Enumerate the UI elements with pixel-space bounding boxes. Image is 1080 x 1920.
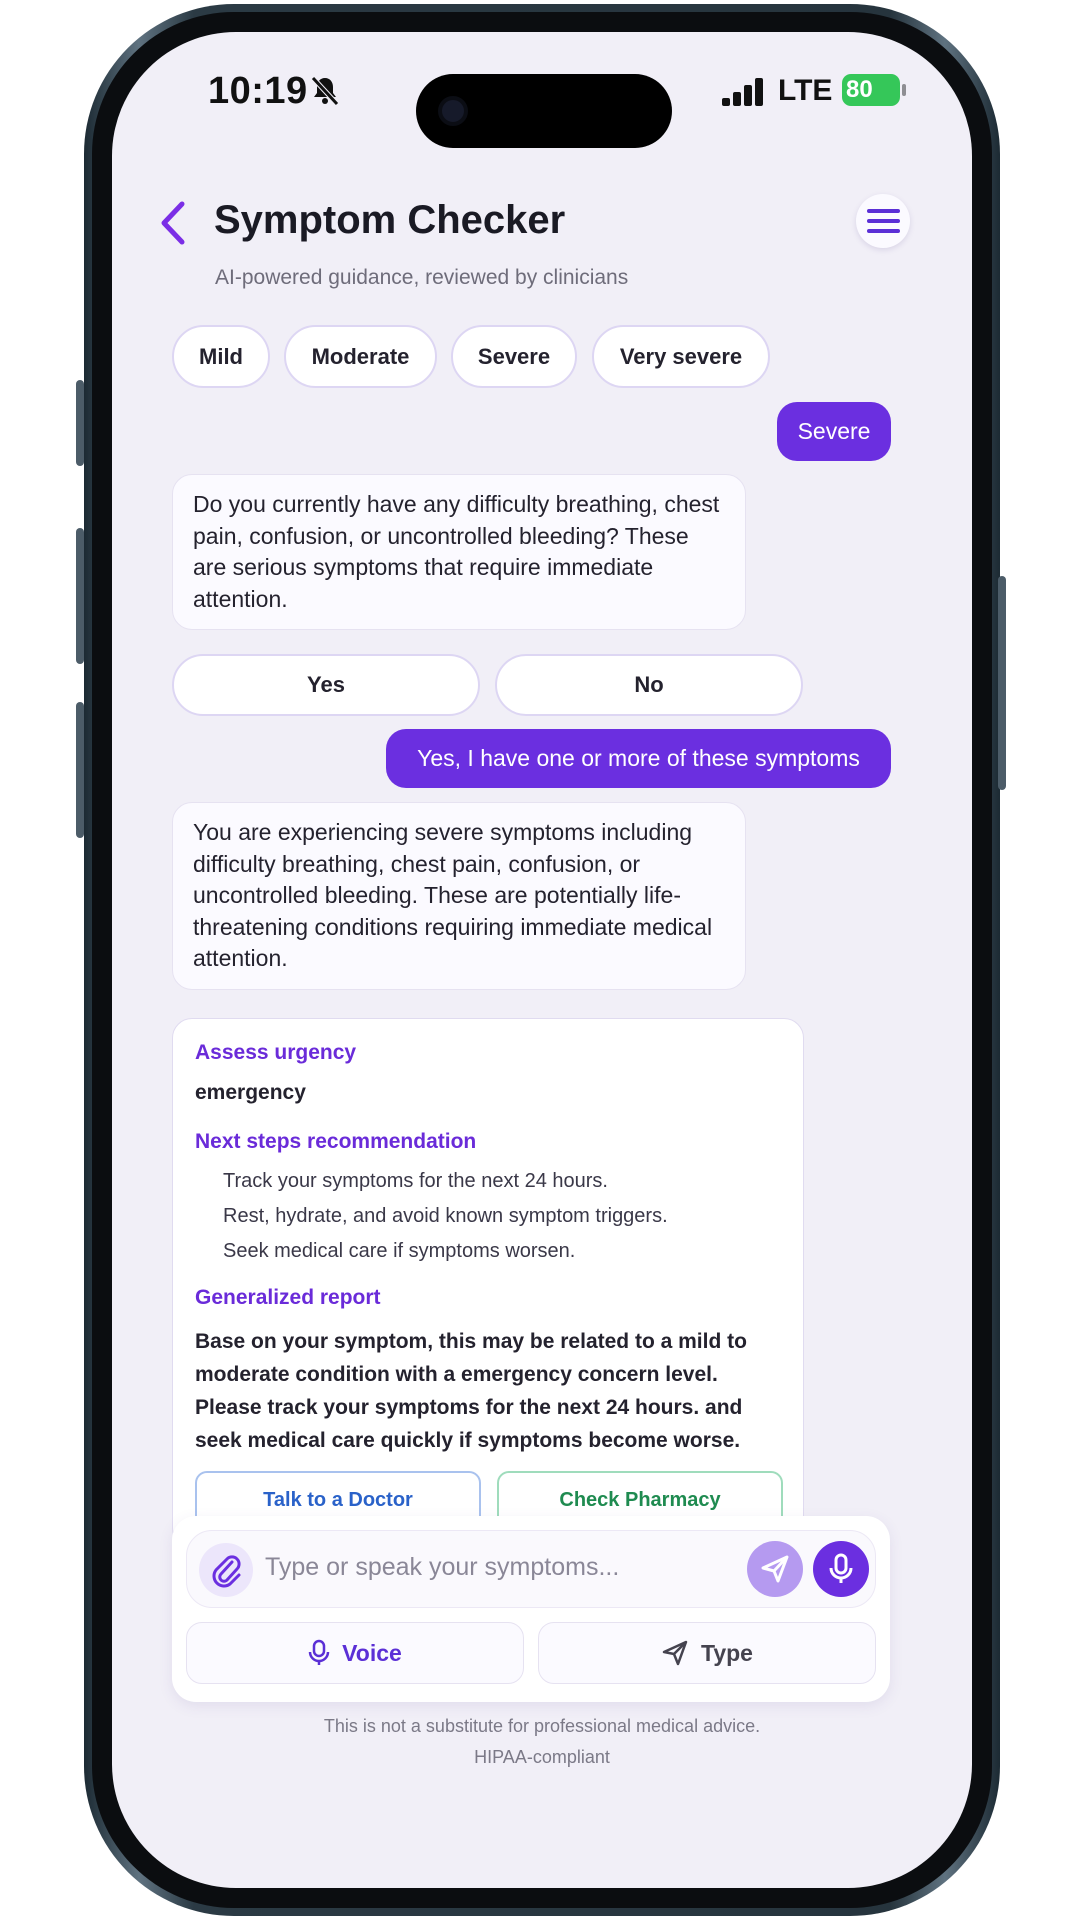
severity-chip-mild[interactable]: Mild bbox=[172, 325, 270, 388]
severity-chip-very-severe[interactable]: Very severe bbox=[592, 325, 770, 388]
microphone-icon bbox=[308, 1639, 330, 1665]
user-message: Severe bbox=[777, 402, 891, 461]
power-button bbox=[998, 576, 1006, 790]
type-mode-label: Type bbox=[701, 1639, 753, 1666]
microphone-button[interactable] bbox=[813, 1541, 869, 1597]
send-icon bbox=[761, 1555, 789, 1583]
dynamic-island bbox=[416, 74, 672, 148]
network-type: LTE bbox=[778, 74, 833, 107]
bot-message: You are experiencing severe symptoms inc… bbox=[172, 802, 746, 990]
send-button[interactable] bbox=[747, 1541, 803, 1597]
battery-level: 80 bbox=[842, 74, 900, 106]
no-button[interactable]: No bbox=[495, 654, 803, 716]
type-mode-button[interactable]: Type bbox=[538, 1622, 876, 1684]
message-composer: Type or speak your symptoms... Voice Typ… bbox=[172, 1516, 890, 1702]
status-time: 10:19 bbox=[208, 70, 308, 112]
urgency-value: emergency bbox=[195, 1081, 306, 1104]
menu-button[interactable] bbox=[856, 194, 910, 248]
signal-icon bbox=[722, 78, 763, 106]
send-icon bbox=[662, 1640, 688, 1666]
menu-icon bbox=[867, 209, 900, 213]
report-heading: Generalized report bbox=[195, 1286, 381, 1309]
next-step-item: Track your symptoms for the next 24 hour… bbox=[223, 1170, 608, 1192]
page-title: Symptom Checker bbox=[214, 198, 566, 242]
page-subtitle: AI-powered guidance, reviewed by clinici… bbox=[215, 266, 629, 289]
back-chevron-icon[interactable] bbox=[158, 200, 188, 246]
voice-mode-label: Voice bbox=[342, 1639, 402, 1666]
attach-button[interactable] bbox=[199, 1543, 253, 1597]
compliance-text: HIPAA-compliant bbox=[474, 1747, 610, 1767]
user-message: Yes, I have one or more of these symptom… bbox=[386, 729, 891, 788]
next-steps-heading: Next steps recommendation bbox=[195, 1130, 477, 1153]
volume-down-button bbox=[76, 702, 84, 838]
volume-up-button bbox=[76, 528, 84, 664]
screen: 10:19 LTE 80 Symptom Checker AI-powered … bbox=[112, 32, 972, 1888]
assessment-report-card: Assess urgency emergency Next steps reco… bbox=[172, 1018, 804, 1548]
bot-message: Do you currently have any difficulty bre… bbox=[172, 474, 746, 630]
microphone-icon bbox=[829, 1553, 853, 1583]
next-step-item: Seek medical care if symptoms worsen. bbox=[223, 1240, 576, 1262]
report-text: Base on your symptom, this may be relate… bbox=[195, 1330, 747, 1452]
silent-bell-icon bbox=[311, 76, 339, 106]
yes-button[interactable]: Yes bbox=[172, 654, 480, 716]
paperclip-icon bbox=[212, 1555, 241, 1588]
next-step-item: Rest, hydrate, and avoid known symptom t… bbox=[223, 1205, 668, 1227]
urgency-heading: Assess urgency bbox=[195, 1041, 357, 1064]
battery-tip bbox=[902, 84, 906, 96]
severity-chip-severe[interactable]: Severe bbox=[451, 325, 577, 388]
action-button bbox=[76, 380, 84, 466]
severity-chip-moderate[interactable]: Moderate bbox=[284, 325, 437, 388]
input-placeholder: Type or speak your symptoms... bbox=[265, 1553, 620, 1581]
disclaimer-text: This is not a substitute for professiona… bbox=[323, 1716, 761, 1736]
voice-mode-button[interactable]: Voice bbox=[186, 1622, 524, 1684]
symptom-input[interactable]: Type or speak your symptoms... bbox=[186, 1530, 876, 1608]
camera-icon bbox=[438, 96, 468, 126]
